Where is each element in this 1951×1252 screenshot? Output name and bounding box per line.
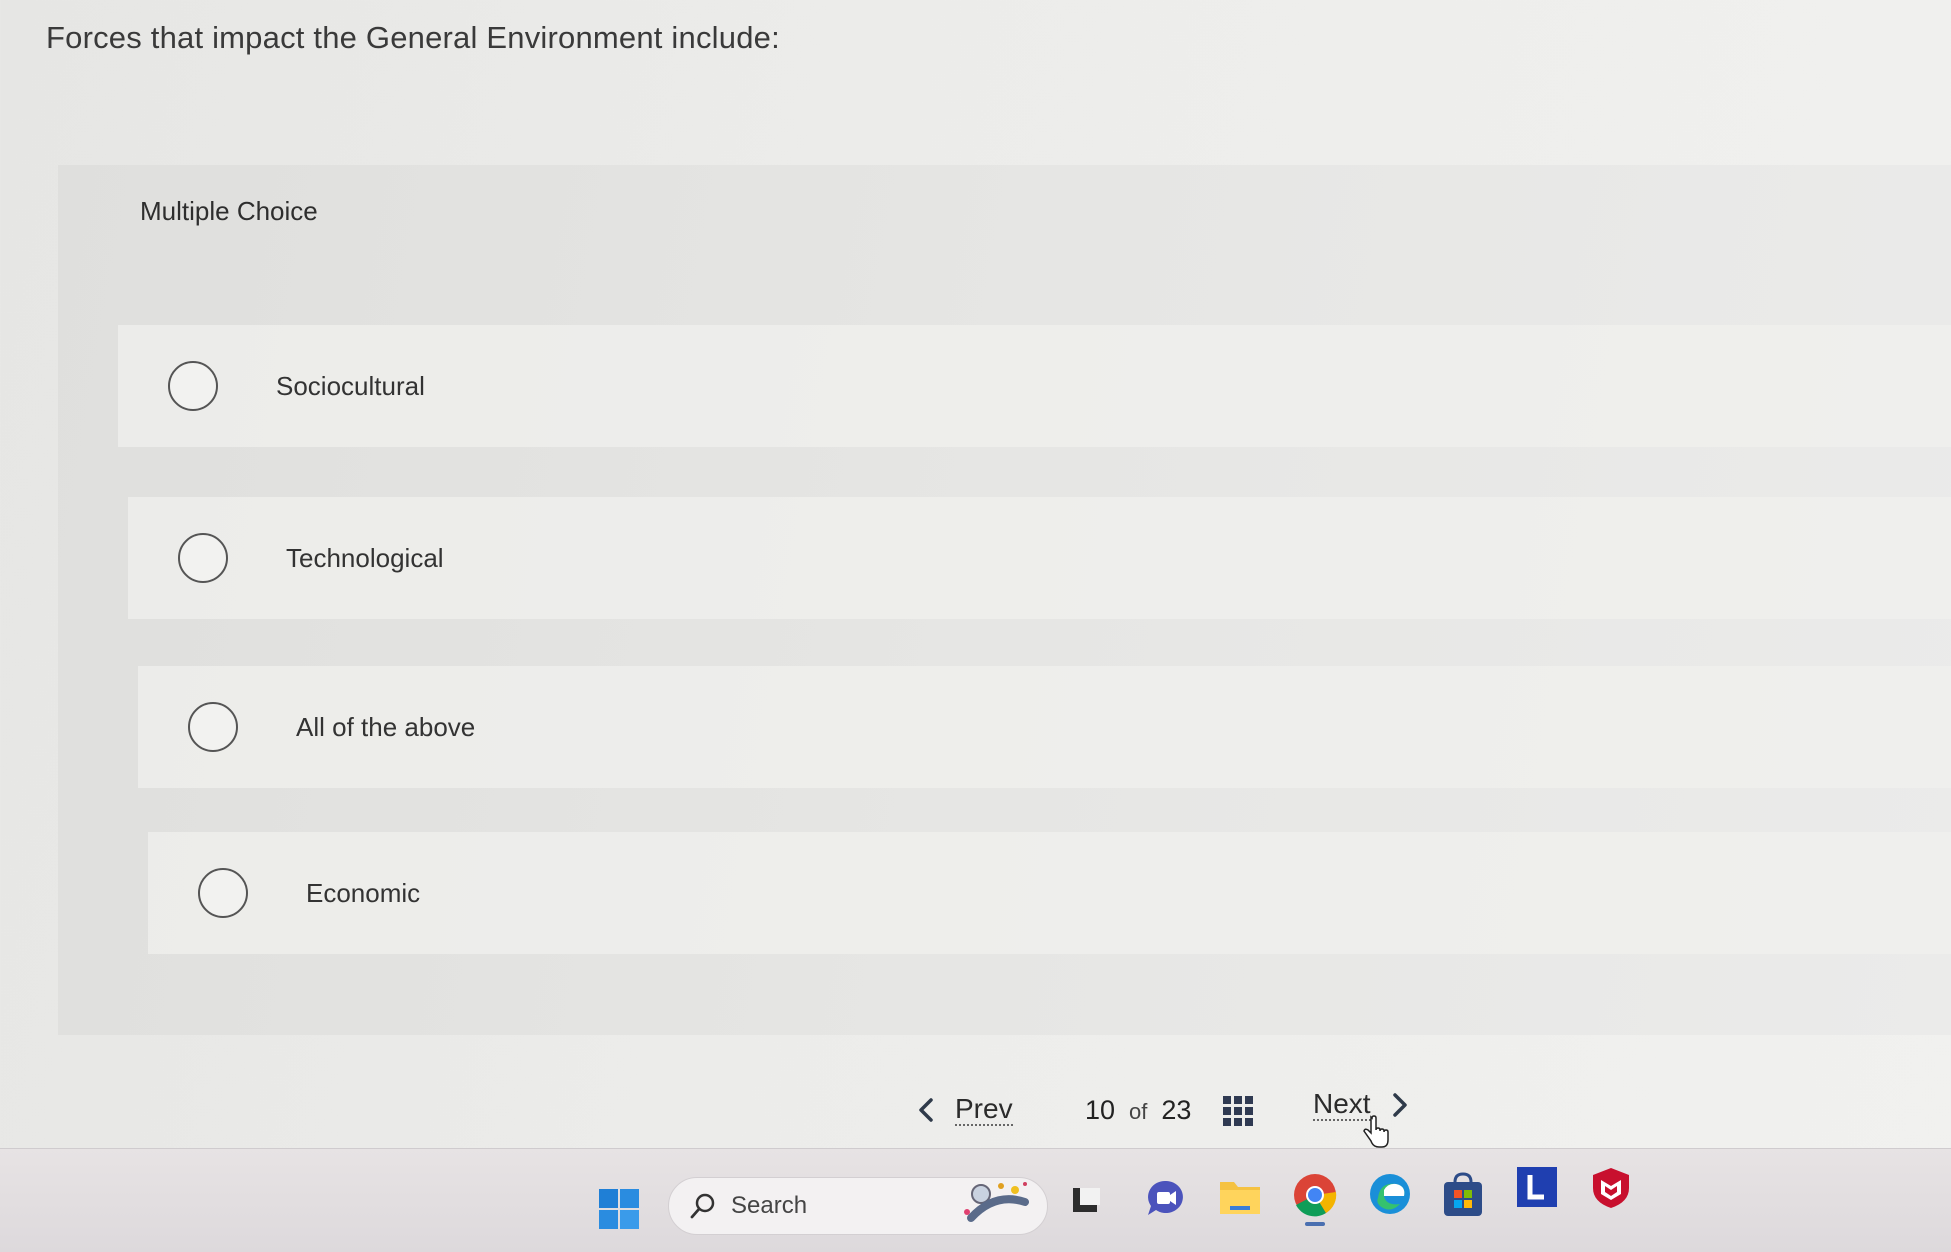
chat-icon[interactable] <box>1145 1178 1187 1220</box>
chrome-icon[interactable] <box>1292 1172 1338 1226</box>
option-label: All of the above <box>296 711 476 742</box>
store-icon[interactable] <box>1442 1172 1484 1218</box>
radio-button[interactable] <box>168 361 218 411</box>
radio-button[interactable] <box>188 702 238 752</box>
option-label: Technological <box>286 542 444 573</box>
search-label: Search <box>731 1192 808 1219</box>
hand-cursor-icon <box>1363 1115 1389 1148</box>
question-counter: 10 of 23 <box>1085 1085 1191 1135</box>
search-icon <box>690 1193 715 1219</box>
widgets-icon[interactable] <box>955 1178 1035 1226</box>
current-question-number: 10 <box>1085 1094 1116 1125</box>
question-text: Forces that impact the General Environme… <box>46 20 780 55</box>
radio-button[interactable] <box>178 533 228 583</box>
radio-button[interactable] <box>198 868 248 918</box>
file-explorer-icon[interactable] <box>1218 1176 1262 1216</box>
option-technological[interactable]: Technological <box>128 497 1951 619</box>
windows-start-icon[interactable] <box>598 1188 640 1230</box>
question-grid-button[interactable] <box>1222 1086 1254 1136</box>
grid-icon <box>1223 1096 1253 1126</box>
option-label: Sociocultural <box>276 370 425 401</box>
prev-label: Prev <box>955 1093 1013 1127</box>
prev-link[interactable]: Prev <box>915 1085 1013 1135</box>
chevron-left-icon <box>919 1098 933 1122</box>
l-app-icon[interactable] <box>1516 1166 1558 1208</box>
task-view-icon[interactable] <box>1070 1185 1102 1217</box>
option-all-of-the-above[interactable]: All of the above <box>138 666 1951 788</box>
option-sociocultural[interactable]: Sociocultural <box>118 325 1951 447</box>
edge-icon[interactable] <box>1368 1172 1412 1216</box>
mcafee-icon[interactable] <box>1591 1166 1631 1210</box>
multiple-choice-label: Multiple Choice <box>140 196 318 226</box>
total-questions: 23 <box>1161 1094 1192 1125</box>
counter-of-label: of <box>1129 1098 1148 1124</box>
option-label: Economic <box>306 877 421 908</box>
option-economic[interactable]: Economic <box>148 832 1951 954</box>
chevron-right-icon <box>1392 1093 1407 1117</box>
